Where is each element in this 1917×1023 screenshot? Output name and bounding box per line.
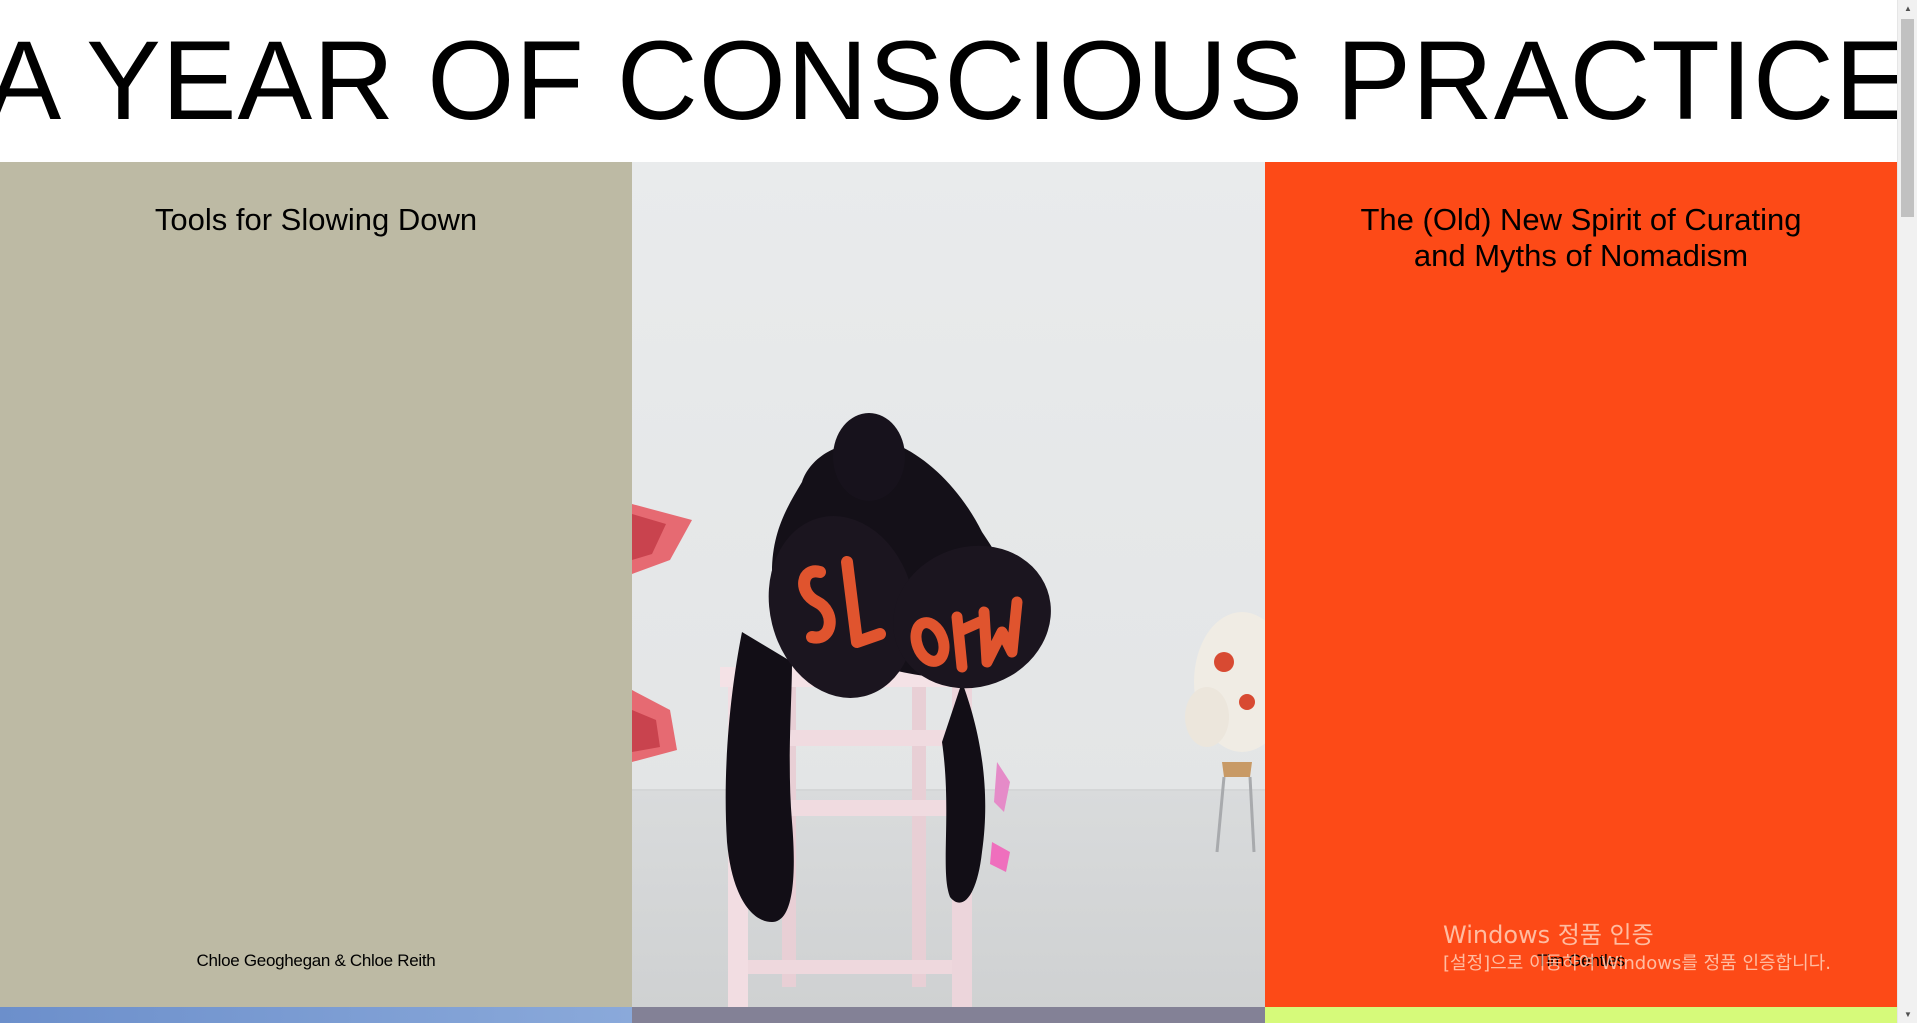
next-article-card-3[interactable] xyxy=(1265,1007,1897,1023)
next-article-row xyxy=(0,1007,1897,1023)
article-card-old-new-spirit-of-curating[interactable]: The (Old) New Spirit of Curating and Myt… xyxy=(1265,162,1897,1007)
article-author: Tim Gentles xyxy=(1537,951,1625,970)
scrollbar-thumb[interactable] xyxy=(1901,19,1914,217)
slow-sculpture-photo xyxy=(632,162,1265,1007)
page: A YEAR OF CONSCIOUS PRACTICE Tools for S… xyxy=(0,0,1897,1023)
article-title-line-1: The (Old) New Spirit of Curating xyxy=(1360,202,1802,237)
article-grid: Tools for Slowing Down Chloe Geoghegan &… xyxy=(0,162,1897,1007)
arrow-down-icon[interactable]: ▼ xyxy=(1898,1006,1917,1023)
article-card-image[interactable] xyxy=(632,162,1265,1007)
article-title[interactable]: Tools for Slowing Down xyxy=(0,202,632,238)
article-title[interactable]: The (Old) New Spirit of Curating and Myt… xyxy=(1265,202,1897,274)
article-title-line-2: and Myths of Nomadism xyxy=(1413,238,1749,273)
article-card-tools-for-slowing-down[interactable]: Tools for Slowing Down Chloe Geoghegan &… xyxy=(0,162,632,1007)
next-article-card-1[interactable] xyxy=(0,1007,632,1023)
article-author: Chloe Geoghegan & Chloe Reith xyxy=(196,951,436,970)
vertical-scrollbar[interactable]: ▲ ▼ xyxy=(1897,0,1917,1023)
arrow-up-icon[interactable]: ▲ xyxy=(1898,0,1917,17)
next-article-card-2[interactable] xyxy=(632,1007,1265,1023)
site-title[interactable]: A YEAR OF CONSCIOUS PRACTICE xyxy=(0,0,1897,162)
